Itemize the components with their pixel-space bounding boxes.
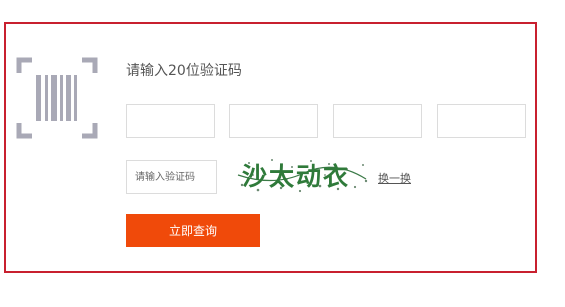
captcha-text: 沙太动衣 bbox=[242, 162, 350, 191]
code-segment-input-1[interactable] bbox=[126, 104, 215, 138]
code-segment-input-2[interactable] bbox=[229, 104, 318, 138]
code-segment-input-4[interactable] bbox=[437, 104, 526, 138]
refresh-captcha-link[interactable]: 换一换 bbox=[378, 170, 411, 186]
query-button[interactable]: 立即查询 bbox=[126, 214, 260, 247]
code-segment-input-3[interactable] bbox=[333, 104, 422, 138]
barcode-scan-icon bbox=[16, 57, 98, 139]
code-prompt-label: 请输入20位验证码 bbox=[126, 63, 242, 79]
verification-panel: 请输入20位验证码 沙太动衣 换一换 立即查询 bbox=[4, 22, 537, 273]
captcha-input[interactable] bbox=[126, 160, 217, 194]
captcha-image[interactable]: 沙太动衣 bbox=[234, 155, 370, 195]
